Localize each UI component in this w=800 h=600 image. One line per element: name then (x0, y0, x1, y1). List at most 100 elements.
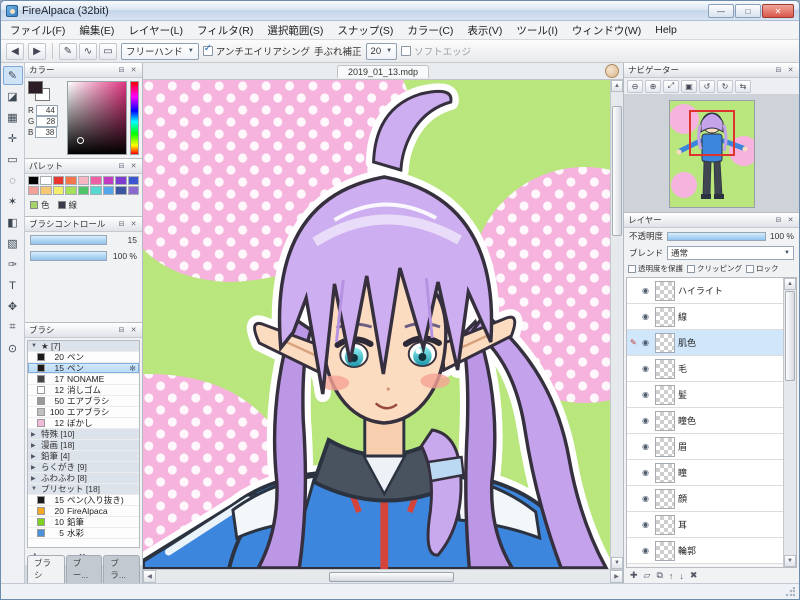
new-folder-icon[interactable]: ▱ (644, 570, 651, 581)
navigator-thumbnail[interactable] (669, 100, 754, 207)
palette-swatch[interactable] (77, 176, 90, 185)
layer-opacity-slider[interactable] (667, 231, 766, 241)
resize-grip[interactable] (785, 586, 795, 597)
panel-collapse-icon[interactable]: ⊟ (117, 326, 126, 334)
layer-visibility-icon[interactable]: ◉ (642, 338, 652, 347)
palette-swatch[interactable] (115, 176, 127, 185)
scroll-left-icon[interactable]: ◀ (143, 570, 156, 583)
panel-close-icon[interactable]: ✕ (129, 326, 138, 334)
dock-tab[interactable]: ブラシ (27, 555, 65, 583)
layer-row[interactable]: ✎ ◉ 髪 (627, 382, 783, 408)
brush-panel-header[interactable]: ブラシ ⊟ ✕ (25, 323, 142, 338)
layer-row[interactable]: ✎ ◉ 眉 (627, 434, 783, 460)
channel-value-input[interactable]: 44 (35, 105, 58, 116)
palette-swatch[interactable] (90, 176, 102, 185)
duplicate-layer-icon[interactable]: ⧉ (656, 570, 662, 581)
palette-swatch[interactable] (115, 186, 127, 195)
palette-swatch[interactable] (28, 186, 40, 195)
layer-visibility-icon[interactable]: ◉ (642, 520, 652, 529)
eraser-tool[interactable]: ◪ (3, 87, 23, 106)
close-button[interactable]: ✕ (762, 3, 794, 18)
layer-scrollbar[interactable]: ▲ ▼ (783, 278, 796, 567)
dock-tab[interactable]: ブラ... (103, 555, 140, 583)
layer-visibility-icon[interactable]: ◉ (642, 312, 652, 321)
palette-swatch[interactable] (40, 176, 52, 185)
panel-close-icon[interactable]: ✕ (129, 220, 138, 228)
scroll-down-icon[interactable]: ▼ (611, 557, 623, 569)
palette-swatch[interactable] (127, 176, 139, 185)
canvas-horizontal-scrollbar[interactable]: ◀ ▶ (143, 569, 623, 583)
brush-list-item[interactable]: 15 ペン(入り抜き) ✻ (28, 495, 139, 506)
menu-item[interactable]: 編集(E) (72, 21, 121, 40)
stroke-type-select[interactable]: フリーハンド ▼ (121, 42, 199, 60)
layer-row[interactable]: ✎ ◉ 毛 (627, 356, 783, 382)
panel-collapse-icon[interactable]: ⊟ (117, 66, 126, 74)
menu-item[interactable]: 表示(V) (460, 21, 509, 40)
hue-slider[interactable] (130, 81, 139, 155)
dock-tab[interactable]: ブー... (65, 555, 103, 583)
layer-visibility-icon[interactable]: ◉ (642, 390, 652, 399)
divide-tool[interactable]: ⌗ (3, 318, 23, 337)
menu-item[interactable]: フィルタ(R) (190, 21, 260, 40)
panel-close-icon[interactable]: ✕ (129, 162, 138, 170)
canvas-vertical-scrollbar[interactable]: ▲ ▼ (610, 80, 623, 569)
minimize-button[interactable]: — (708, 3, 734, 18)
lasso-tool[interactable]: ◌ (3, 171, 23, 190)
color-panel-header[interactable]: カラー ⊟ ✕ (25, 63, 142, 78)
select-rect-tool[interactable]: ▭ (3, 150, 23, 169)
navigator-header[interactable]: ナビゲーター ⊟ ✕ (624, 63, 799, 78)
brush-size-slider[interactable] (30, 235, 107, 245)
palette-swatch[interactable] (127, 186, 139, 195)
layer-visibility-icon[interactable]: ◉ (642, 286, 652, 295)
snap-tool[interactable]: ⊙ (3, 339, 23, 358)
zoom-in-icon[interactable]: ⊕ (645, 79, 661, 93)
layer-down-icon[interactable]: ↓ (679, 571, 684, 581)
new-layer-icon[interactable]: ✚ (630, 570, 638, 581)
menu-item[interactable]: ファイル(F) (3, 21, 72, 40)
layer-row[interactable]: ✎ ◉ 肌色 (627, 330, 783, 356)
rotate-left-icon[interactable]: ↺ (699, 79, 715, 93)
menu-item[interactable]: Help (648, 22, 684, 38)
brush-list-item[interactable]: 15 ペン ✻ (28, 363, 139, 374)
canvas[interactable] (143, 80, 610, 569)
panel-close-icon[interactable]: ✕ (786, 216, 795, 224)
layer-row[interactable]: ✎ ◉ 線 (627, 304, 783, 330)
saturation-value-picker[interactable] (67, 81, 127, 155)
artwork-image[interactable] (143, 80, 610, 569)
menu-item[interactable]: カラー(C) (400, 21, 460, 40)
antialiasing-checkbox[interactable]: ✓ アンチエイリアシング (202, 43, 310, 58)
menu-item[interactable]: 選択範囲(S) (260, 21, 330, 40)
hand-tool[interactable]: ✥ (3, 297, 23, 316)
scroll-up-icon[interactable]: ▲ (611, 80, 623, 92)
palette-swatch[interactable] (102, 176, 115, 185)
palette-swatch[interactable] (40, 186, 52, 195)
layer-option-checkbox[interactable]: クリッピング (687, 263, 742, 274)
curve-stroke-icon[interactable]: ∿ (79, 42, 97, 60)
palette-swatch[interactable] (28, 176, 40, 185)
layer-option-checkbox[interactable]: 透明度を保護 (628, 263, 683, 274)
menu-item[interactable]: ツール(I) (509, 21, 564, 40)
zoom-out-icon[interactable]: ⊖ (627, 79, 643, 93)
palette-swatch[interactable] (77, 186, 90, 195)
bucket-tool[interactable]: ◧ (3, 213, 23, 232)
menu-item[interactable]: スナップ(S) (330, 21, 400, 40)
layer-visibility-icon[interactable]: ◉ (642, 416, 652, 425)
panel-collapse-icon[interactable]: ⊟ (774, 66, 783, 74)
document-tab[interactable]: 2019_01_13.mdp (336, 64, 430, 78)
nav-back-button[interactable]: ◀ (6, 42, 24, 60)
palette-swatch[interactable] (52, 186, 65, 195)
delete-layer-icon[interactable]: ✖ (690, 570, 698, 581)
scroll-up-icon[interactable]: ▲ (784, 278, 796, 290)
alpaca-mascot-icon[interactable] (605, 64, 619, 78)
palette-swatch[interactable] (52, 176, 65, 185)
navigator-thumbnail-area[interactable] (624, 95, 799, 212)
brush-opacity-slider[interactable] (30, 251, 107, 261)
channel-value-input[interactable]: 28 (36, 116, 59, 127)
palette-swatch[interactable] (65, 176, 77, 185)
layer-visibility-icon[interactable]: ◉ (642, 546, 652, 555)
palette-swatch[interactable] (90, 186, 102, 195)
panel-close-icon[interactable]: ✕ (786, 66, 795, 74)
horizontal-scroll-thumb[interactable] (328, 571, 454, 582)
layer-row[interactable]: ✎ ◉ 瞳 (627, 460, 783, 486)
nav-forward-button[interactable]: ▶ (28, 42, 46, 60)
